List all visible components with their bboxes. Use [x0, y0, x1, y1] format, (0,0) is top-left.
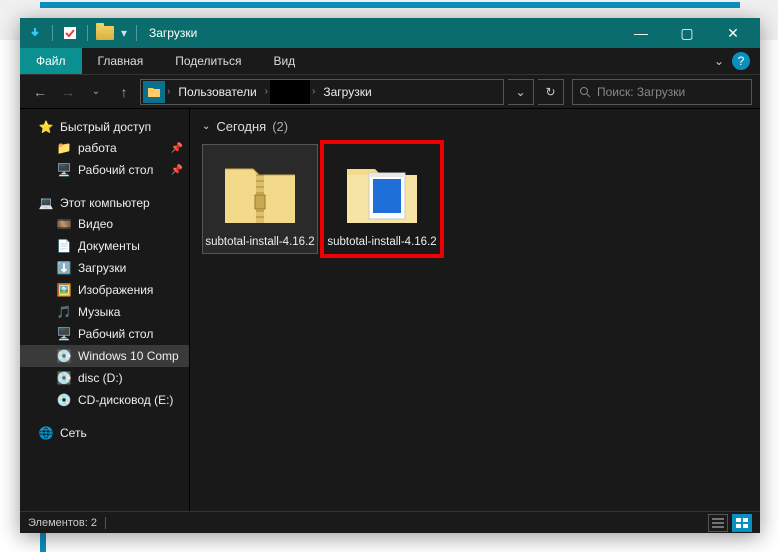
folder-icon: 📁 — [56, 140, 72, 156]
desktop-icon: 🖥️ — [56, 162, 72, 178]
ribbon-expand-icon[interactable]: ⌄ — [714, 54, 724, 68]
qat-dropdown-icon[interactable]: ▾ — [118, 22, 130, 44]
sidebar-item-win10[interactable]: 💽Windows 10 Comp — [20, 345, 189, 367]
desktop-icon: 🖥️ — [56, 326, 72, 342]
sidebar-item-documents[interactable]: 📄Документы — [20, 235, 189, 257]
sidebar-item-music[interactable]: 🎵Музыка — [20, 301, 189, 323]
search-placeholder: Поиск: Загрузки — [597, 85, 685, 99]
search-icon — [579, 86, 591, 98]
up-button[interactable]: ↑ — [112, 80, 136, 104]
file-item-zip[interactable]: subtotal-install-4.16.2 — [202, 144, 318, 254]
chevron-right-icon[interactable]: › — [165, 86, 172, 97]
view-details-button[interactable] — [708, 514, 728, 532]
sidebar-item-desktop[interactable]: 🖥️Рабочий стол📌 — [20, 159, 189, 181]
network-icon: 🌐 — [38, 425, 54, 441]
chevron-right-icon[interactable]: › — [310, 86, 317, 97]
title-bar[interactable]: ▾ Загрузки — ▢ ✕ — [20, 18, 760, 48]
tab-home[interactable]: Главная — [82, 48, 160, 74]
chevron-right-icon[interactable]: › — [263, 86, 270, 97]
tab-share[interactable]: Поделиться — [159, 48, 257, 74]
view-icons-button[interactable] — [732, 514, 752, 532]
status-bar: Элементов: 2 — [20, 511, 760, 533]
video-icon: 🎞️ — [56, 216, 72, 232]
star-icon: ⭐ — [38, 119, 54, 135]
pictures-icon: 🖼️ — [56, 282, 72, 298]
tab-file[interactable]: Файл — [20, 48, 82, 74]
folder-icon — [143, 81, 165, 103]
sidebar-network[interactable]: 🌐 Сеть — [20, 423, 189, 443]
sidebar-item-disc-d[interactable]: 💽disc (D:) — [20, 367, 189, 389]
pin-icon: 📌 — [171, 143, 183, 154]
sidebar-quick-access[interactable]: ⭐ Быстрый доступ — [20, 117, 189, 137]
sidebar-item-desktop2[interactable]: 🖥️Рабочий стол — [20, 323, 189, 345]
folder-icon — [94, 22, 116, 44]
file-item-label: subtotal-install-4.16.2 — [327, 235, 436, 249]
search-input[interactable]: Поиск: Загрузки — [572, 79, 752, 105]
group-header-today[interactable]: ⌄ Сегодня (2) — [200, 115, 750, 138]
breadcrumb-user[interactable] — [270, 80, 310, 104]
window-title: Загрузки — [149, 26, 197, 40]
status-count: Элементов: 2 — [28, 517, 97, 529]
breadcrumb-downloads[interactable]: Загрузки — [317, 80, 377, 104]
ribbon-tabs: Файл Главная Поделиться Вид ⌄ ? — [20, 48, 760, 75]
recent-dropdown[interactable]: ⌄ — [84, 80, 108, 104]
sidebar-item-downloads[interactable]: ⬇️Загрузки — [20, 257, 189, 279]
qat-check-icon[interactable] — [59, 22, 81, 44]
content-pane[interactable]: ⌄ Сегодня (2) subtotal-install-4.16.2 su… — [190, 109, 760, 511]
maximize-button[interactable]: ▢ — [664, 18, 710, 48]
close-button[interactable]: ✕ — [710, 18, 756, 48]
explorer-window: ▾ Загрузки — ▢ ✕ Файл Главная Поделиться… — [20, 18, 760, 533]
sidebar-item-pictures[interactable]: 🖼️Изображения — [20, 279, 189, 301]
file-item-folder[interactable]: subtotal-install-4.16.2 — [324, 144, 440, 254]
help-icon[interactable]: ? — [732, 52, 750, 70]
address-dropdown[interactable]: ⌄ — [508, 79, 534, 105]
file-item-label: subtotal-install-4.16.2 — [205, 235, 314, 249]
address-bar: ← → ⌄ ↑ › Пользователи › › Загрузки ⌄ ↻ … — [20, 75, 760, 109]
back-button[interactable]: ← — [28, 80, 52, 104]
address-box[interactable]: › Пользователи › › Загрузки — [140, 79, 504, 105]
computer-icon: 💻 — [38, 195, 54, 211]
disk-icon: 💽 — [56, 370, 72, 386]
sidebar-this-pc[interactable]: 💻 Этот компьютер — [20, 193, 189, 213]
zip-icon — [217, 151, 303, 231]
sidebar[interactable]: ⭐ Быстрый доступ 📁работа📌 🖥️Рабочий стол… — [20, 109, 190, 511]
documents-icon: 📄 — [56, 238, 72, 254]
sidebar-item-cd[interactable]: 💿CD-дисковод (E:) — [20, 389, 189, 411]
sidebar-item-work[interactable]: 📁работа📌 — [20, 137, 189, 159]
tab-view[interactable]: Вид — [257, 48, 311, 74]
sidebar-item-video[interactable]: 🎞️Видео — [20, 213, 189, 235]
breadcrumb-users[interactable]: Пользователи — [172, 80, 262, 104]
downloads-icon: ⬇️ — [56, 260, 72, 276]
music-icon: 🎵 — [56, 304, 72, 320]
refresh-button[interactable]: ↻ — [538, 79, 564, 105]
folder-doc-icon — [339, 151, 425, 231]
chevron-down-icon: ⌄ — [202, 121, 210, 132]
pin-icon: 📌 — [171, 165, 183, 176]
qat-down-icon[interactable] — [24, 22, 46, 44]
cd-icon: 💿 — [56, 392, 72, 408]
forward-button[interactable]: → — [56, 80, 80, 104]
minimize-button[interactable]: — — [618, 18, 664, 48]
disk-icon: 💽 — [56, 348, 72, 364]
